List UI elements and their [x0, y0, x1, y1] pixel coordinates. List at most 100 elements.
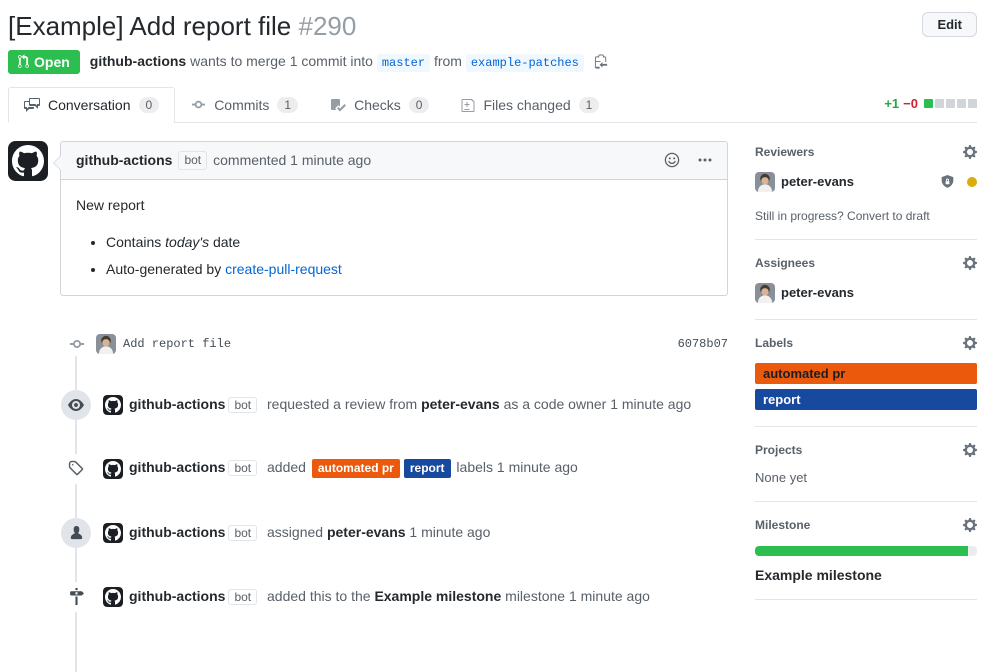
- git-pull-request-icon: [18, 54, 29, 69]
- avatar-github-actions[interactable]: [103, 395, 123, 415]
- page-title: [Example] Add report file #290: [8, 10, 356, 43]
- reviewer-row: peter-evans: [755, 172, 977, 192]
- assignees-heading: Assignees: [755, 256, 815, 270]
- assignee-link[interactable]: peter-evans: [327, 524, 406, 540]
- actor-link[interactable]: github-actions: [129, 459, 225, 475]
- sidebar-label-automated-pr[interactable]: automated pr: [755, 363, 977, 384]
- tab-checks[interactable]: Checks 0: [314, 87, 445, 123]
- projects-empty-text: None yet: [755, 470, 977, 485]
- pending-review-dot: [967, 177, 977, 187]
- avatar-github-actions[interactable]: [103, 459, 123, 479]
- comment-meta: commented 1 minute ago: [213, 152, 371, 168]
- actor-link[interactable]: github-actions: [129, 396, 225, 412]
- reviewer-link[interactable]: peter-evans: [421, 396, 500, 412]
- avatar-github-actions[interactable]: [103, 587, 123, 607]
- octocat-avatar-icon: [103, 523, 123, 543]
- tab-count: 1: [277, 97, 298, 113]
- additions-count: +1: [884, 96, 899, 111]
- octocat-avatar-icon: [103, 459, 123, 479]
- commit-sha-link[interactable]: 6078b07: [678, 337, 728, 351]
- head-branch-label[interactable]: example-patches: [466, 54, 584, 72]
- comment-box: github-actions bot commented 1 minute ag…: [60, 141, 728, 296]
- tab-count: 1: [579, 97, 600, 113]
- emoji-reaction-button[interactable]: [664, 152, 680, 168]
- comment-author-link[interactable]: github-actions: [76, 152, 172, 168]
- sidebar-section-reviewers: Reviewers peter-evans Still in progre: [755, 141, 977, 240]
- reviewers-heading: Reviewers: [755, 145, 814, 159]
- copy-branch-button[interactable]: [594, 54, 609, 70]
- avatar-peter-evans[interactable]: [755, 172, 775, 192]
- assignee-name-link[interactable]: peter-evans: [781, 285, 854, 300]
- tab-commits[interactable]: Commits 1: [175, 87, 314, 123]
- tab-files-changed[interactable]: Files changed 1: [445, 87, 615, 123]
- checklist-icon: [330, 97, 346, 113]
- bot-badge: bot: [178, 151, 207, 170]
- tag-icon: [68, 460, 85, 477]
- comment-intro: New report: [76, 195, 712, 216]
- avatar-github-actions[interactable]: [103, 523, 123, 543]
- timeline-events: Add report file 6078b07 github-actionsbo…: [8, 332, 728, 672]
- author-link[interactable]: github-actions: [90, 53, 186, 69]
- smiley-icon: [664, 152, 680, 168]
- labels-heading: Labels: [755, 336, 793, 350]
- comment-body: New report Contains today's date Auto-ge…: [61, 180, 727, 295]
- sidebar-section-labels: Labels automated pr report: [755, 320, 977, 427]
- base-branch-label[interactable]: master: [377, 54, 430, 72]
- actor-link[interactable]: github-actions: [129, 524, 225, 540]
- comment-header: github-actions bot commented 1 minute ag…: [61, 142, 727, 180]
- comment-discussion-icon: [24, 97, 40, 113]
- milestone-name-link[interactable]: Example milestone: [755, 567, 977, 583]
- tab-label: Checks: [354, 97, 401, 113]
- sidebar-label-report[interactable]: report: [755, 389, 977, 410]
- diffstat-blocks: [924, 99, 977, 108]
- label-report[interactable]: report: [404, 459, 451, 478]
- octocat-avatar-icon: [8, 141, 48, 181]
- tab-conversation[interactable]: Conversation 0: [8, 87, 175, 123]
- git-commit-icon: [69, 336, 85, 352]
- reviewer-name-link[interactable]: peter-evans: [781, 174, 854, 189]
- state-badge: Open: [8, 50, 80, 74]
- sidebar-section-milestone: Milestone Example milestone: [755, 502, 977, 600]
- create-pull-request-link[interactable]: create-pull-request: [225, 261, 342, 277]
- avatar-peter-evans[interactable]: [755, 283, 775, 303]
- comment-bullet: Auto-generated by create-pull-request: [106, 259, 712, 280]
- commit-message-link[interactable]: Add report file: [123, 337, 231, 351]
- assignees-gear-button[interactable]: [963, 255, 977, 271]
- tab-bar: Conversation 0 Commits 1 Checks 0 Files …: [8, 87, 977, 123]
- reviewers-gear-button[interactable]: [963, 144, 977, 160]
- eye-icon: [68, 397, 84, 413]
- state-label: Open: [34, 54, 70, 70]
- photo-avatar: [755, 283, 775, 303]
- milestone-gear-button[interactable]: [963, 517, 977, 533]
- avatar-github-actions[interactable]: [8, 141, 48, 181]
- edit-button[interactable]: Edit: [922, 12, 977, 37]
- event-review-requested: github-actionsbot requested a review fro…: [8, 390, 728, 420]
- kebab-horizontal-icon: [698, 158, 712, 162]
- commit-event: Add report file 6078b07: [8, 332, 728, 356]
- photo-avatar: [96, 334, 116, 354]
- labels-gear-button[interactable]: [963, 335, 977, 351]
- milestone-icon: [69, 588, 84, 605]
- milestone-heading: Milestone: [755, 518, 810, 532]
- gear-icon: [963, 335, 977, 351]
- shield-lock-icon: [940, 174, 955, 190]
- tab-label: Files changed: [483, 97, 570, 113]
- avatar-peter-evans[interactable]: [96, 334, 116, 354]
- label-automated-pr[interactable]: automated pr: [312, 459, 400, 478]
- milestone-progress-bar: [755, 546, 977, 556]
- event-labels-added: github-actionsbot added automated prrepo…: [8, 454, 728, 484]
- sidebar-section-projects: Projects None yet: [755, 427, 977, 502]
- deletions-count: −0: [903, 96, 918, 111]
- conversation-timeline: github-actions bot commented 1 minute ag…: [8, 141, 728, 672]
- convert-to-draft-hint[interactable]: Still in progress? Convert to draft: [755, 209, 977, 223]
- milestone-progress-fill: [755, 546, 968, 556]
- comment-options-button[interactable]: [698, 158, 712, 162]
- gear-icon: [963, 144, 977, 160]
- file-diff-icon: [461, 97, 475, 113]
- event-milestoned: github-actionsbot added this to the Exam…: [8, 582, 728, 612]
- milestone-link[interactable]: Example milestone: [374, 588, 501, 604]
- person-icon: [70, 525, 83, 540]
- projects-heading: Projects: [755, 443, 802, 457]
- projects-gear-button[interactable]: [963, 442, 977, 458]
- actor-link[interactable]: github-actions: [129, 588, 225, 604]
